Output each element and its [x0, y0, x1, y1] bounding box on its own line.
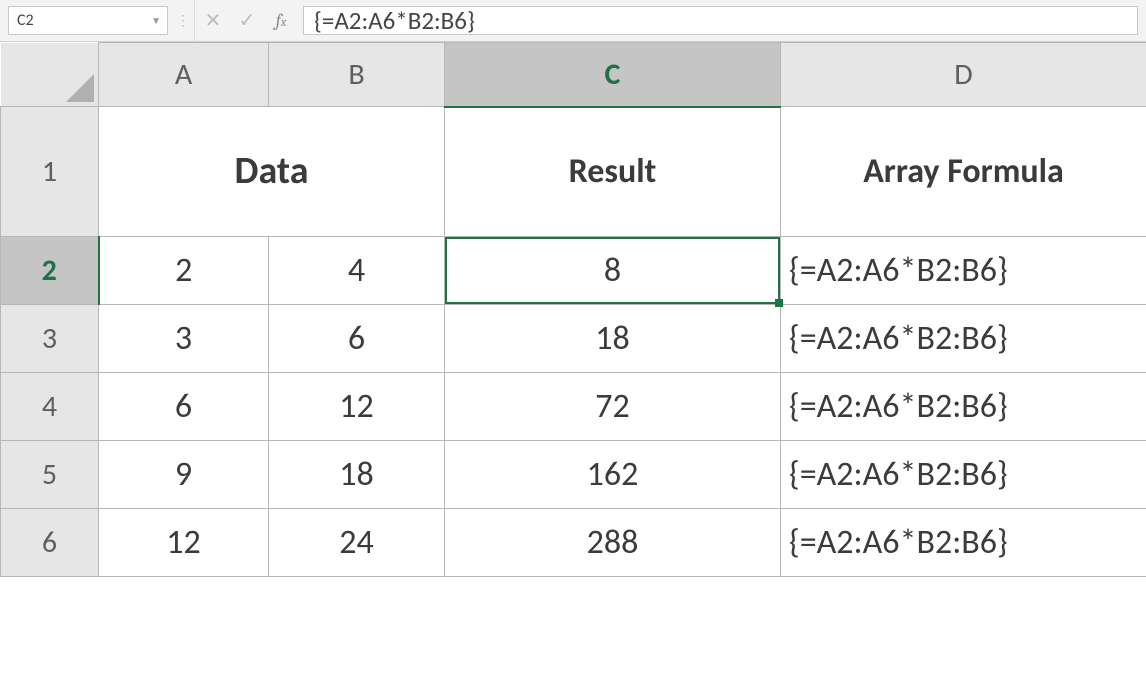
formula-bar-buttons: ✕ ✓ fx: [194, 0, 299, 41]
name-box-value: C2: [17, 11, 34, 30]
formula-bar: C2 ▼ ⋮ ✕ ✓ fx {=A2:A6*B2:B6}: [0, 0, 1146, 42]
select-all-triangle-icon: [66, 74, 94, 102]
cell-C3[interactable]: 18: [445, 305, 781, 373]
select-all-corner[interactable]: [1, 43, 99, 107]
spreadsheet: A B C D 1 Data Result Array Formula 2 2 …: [0, 42, 1146, 675]
cell-A5[interactable]: 9: [99, 441, 269, 509]
row-4: 4 6 12 72 {=A2:A6*B2:B6}: [1, 373, 1146, 441]
row-5: 5 9 18 162 {=A2:A6*B2:B6}: [1, 441, 1146, 509]
row-1: 1 Data Result Array Formula: [1, 107, 1146, 237]
fx-icon[interactable]: fx: [271, 12, 291, 30]
row-3: 3 3 6 18 {=A2:A6*B2:B6}: [1, 305, 1146, 373]
row-6: 6 12 24 288 {=A2:A6*B2:B6}: [1, 509, 1146, 577]
col-header-D[interactable]: D: [781, 43, 1146, 107]
cell-C6[interactable]: 288: [445, 509, 781, 577]
column-header-row: A B C D: [1, 43, 1146, 107]
cell-A6[interactable]: 12: [99, 509, 269, 577]
formula-text: {=A2:A6*B2:B6}: [314, 5, 475, 36]
cell-D2[interactable]: {=A2:A6*B2:B6}: [781, 237, 1146, 305]
cell-A3[interactable]: 3: [99, 305, 269, 373]
cell-B3[interactable]: 6: [269, 305, 445, 373]
cancel-icon[interactable]: ✕: [203, 11, 223, 31]
cell-A1-B1-merged[interactable]: Data: [99, 107, 445, 237]
enter-icon[interactable]: ✓: [237, 11, 257, 31]
row-2: 2 2 4 8 {=A2:A6*B2:B6}: [1, 237, 1146, 305]
row-header-3[interactable]: 3: [1, 305, 99, 373]
name-box[interactable]: C2 ▼: [8, 6, 168, 35]
cell-D1[interactable]: Array Formula: [781, 107, 1146, 237]
cell-D6[interactable]: {=A2:A6*B2:B6}: [781, 509, 1146, 577]
cell-A4[interactable]: 6: [99, 373, 269, 441]
cell-D3[interactable]: {=A2:A6*B2:B6}: [781, 305, 1146, 373]
col-header-A[interactable]: A: [99, 43, 269, 107]
col-header-B[interactable]: B: [269, 43, 445, 107]
drag-handle-icon[interactable]: ⋮: [172, 0, 194, 41]
cell-A2[interactable]: 2: [99, 237, 269, 305]
chevron-down-icon[interactable]: ▼: [151, 14, 161, 27]
cell-B5[interactable]: 18: [269, 441, 445, 509]
cell-C5[interactable]: 162: [445, 441, 781, 509]
cell-C2[interactable]: 8: [445, 237, 781, 305]
cell-B2[interactable]: 4: [269, 237, 445, 305]
formula-input[interactable]: {=A2:A6*B2:B6}: [303, 6, 1138, 35]
row-header-6[interactable]: 6: [1, 509, 99, 577]
row-header-5[interactable]: 5: [1, 441, 99, 509]
cell-B6[interactable]: 24: [269, 509, 445, 577]
col-header-C[interactable]: C: [445, 43, 781, 107]
cell-C1[interactable]: Result: [445, 107, 781, 237]
cell-D5[interactable]: {=A2:A6*B2:B6}: [781, 441, 1146, 509]
cell-C4[interactable]: 72: [445, 373, 781, 441]
row-header-4[interactable]: 4: [1, 373, 99, 441]
grid-table: A B C D 1 Data Result Array Formula 2 2 …: [0, 42, 1146, 577]
cell-D4[interactable]: {=A2:A6*B2:B6}: [781, 373, 1146, 441]
row-header-1[interactable]: 1: [1, 107, 99, 237]
cell-B4[interactable]: 12: [269, 373, 445, 441]
row-header-2[interactable]: 2: [1, 237, 99, 305]
